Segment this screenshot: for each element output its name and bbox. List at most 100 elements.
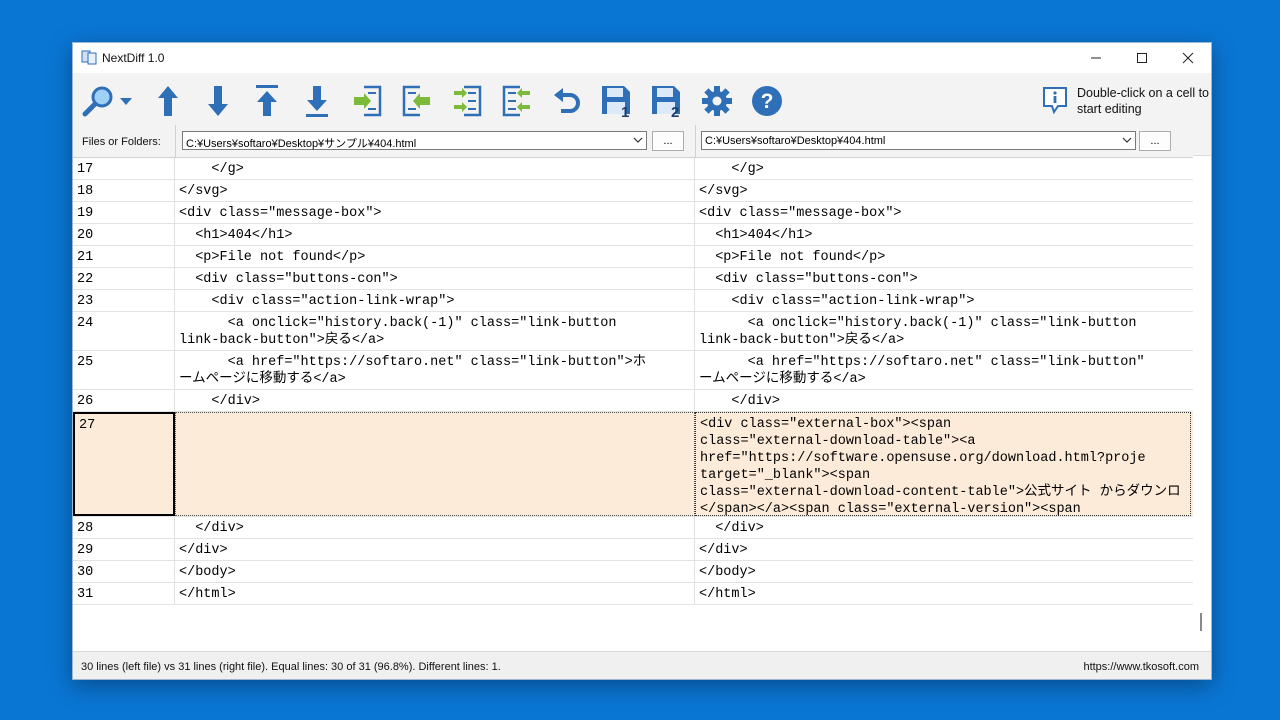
- close-button[interactable]: [1165, 43, 1211, 73]
- table-row[interactable]: 21 <p>File not found</p> <p>File not fou…: [73, 246, 1193, 268]
- left-cell[interactable]: </html>: [175, 583, 695, 604]
- right-cell[interactable]: <div class="external-box"><span class="e…: [695, 412, 1191, 516]
- editing-hint: Double-click on a cell to start editing: [1041, 81, 1211, 121]
- table-row[interactable]: 22 <div class="buttons-con"> <div class=…: [73, 268, 1193, 290]
- save-left-button[interactable]: 1: [597, 81, 637, 121]
- left-path-combobox[interactable]: C:¥Users¥softaro¥Desktop¥サンプル¥404.html: [182, 131, 647, 150]
- chevron-down-icon[interactable]: [633, 134, 643, 149]
- left-cell[interactable]: </div>: [175, 517, 695, 538]
- copy-all-to-left-icon: [502, 85, 530, 117]
- table-row[interactable]: 26 </div> </div>: [73, 390, 1193, 412]
- svg-text:?: ?: [761, 90, 774, 113]
- copy-all-to-right-icon: [454, 85, 482, 117]
- last-diff-button[interactable]: [297, 81, 337, 121]
- undo-icon: [554, 88, 580, 113]
- copy-line-right-button[interactable]: [347, 81, 387, 121]
- table-row[interactable]: 29 </div> </div>: [73, 539, 1193, 561]
- line-number: 17: [73, 158, 175, 179]
- copy-line-left-button[interactable]: [397, 81, 437, 121]
- line-number: 25: [73, 351, 175, 389]
- left-cell[interactable]: </g>: [175, 158, 695, 179]
- line-number: 27: [73, 412, 175, 516]
- left-path-text: C:¥Users¥softaro¥Desktop¥サンプル¥404.html: [186, 138, 417, 150]
- left-cell[interactable]: <p>File not found</p>: [175, 246, 695, 267]
- line-number: 20: [73, 224, 175, 245]
- files-label: Files or Folders:: [82, 136, 161, 148]
- right-cell[interactable]: <a onclick="history.back(-1)" class="lin…: [695, 312, 1191, 350]
- line-number: 28: [73, 517, 175, 538]
- files-row: Files or Folders: C:¥Users¥softaro¥Deskt…: [73, 125, 1193, 158]
- right-cell[interactable]: <p>File not found</p>: [695, 246, 1191, 267]
- right-cell[interactable]: <a href="https://softaro.net" class="lin…: [695, 351, 1191, 389]
- right-cell[interactable]: <div class="buttons-con">: [695, 268, 1191, 289]
- save-right-button[interactable]: 2: [647, 81, 687, 121]
- left-cell[interactable]: [175, 412, 695, 516]
- table-row[interactable]: 30 </body> </body>: [73, 561, 1193, 583]
- right-cell[interactable]: <h1>404</h1>: [695, 224, 1191, 245]
- table-row[interactable]: 24 <a onclick="history.back(-1)" class="…: [73, 312, 1193, 351]
- close-icon: [1182, 52, 1194, 64]
- left-cell[interactable]: <a href="https://softaro.net" class="lin…: [175, 351, 695, 389]
- info-icon: [1043, 87, 1067, 115]
- copy-all-right-button[interactable]: [447, 81, 487, 121]
- left-browse-button[interactable]: ...: [652, 131, 684, 151]
- svg-text:1: 1: [621, 104, 629, 118]
- table-row[interactable]: 20 <h1>404</h1> <h1>404</h1>: [73, 224, 1193, 246]
- save-right-icon: 2: [652, 86, 680, 118]
- table-row[interactable]: 17 </g> </g>: [73, 158, 1193, 180]
- left-cell[interactable]: </body>: [175, 561, 695, 582]
- right-browse-button[interactable]: ...: [1139, 131, 1171, 151]
- maximize-button[interactable]: [1119, 43, 1165, 73]
- right-cell[interactable]: </div>: [695, 539, 1191, 560]
- right-cell[interactable]: </div>: [695, 390, 1191, 411]
- table-row-different[interactable]: 27 <div class="external-box"><span class…: [73, 412, 1193, 517]
- left-cell[interactable]: </div>: [175, 539, 695, 560]
- right-cell[interactable]: </svg>: [695, 180, 1191, 201]
- chevron-down-icon[interactable]: [1122, 134, 1132, 149]
- right-cell[interactable]: <div class="message-box">: [695, 202, 1191, 223]
- table-row[interactable]: 31 </html> </html>: [73, 583, 1193, 605]
- left-cell[interactable]: </div>: [175, 390, 695, 411]
- right-cell[interactable]: </div>: [695, 517, 1191, 538]
- status-url[interactable]: https://www.tkosoft.com: [1083, 661, 1199, 673]
- search-icon: [82, 86, 113, 117]
- right-cell[interactable]: </html>: [695, 583, 1191, 604]
- gear-icon: [702, 86, 732, 116]
- line-number: 18: [73, 180, 175, 201]
- right-path-combobox[interactable]: C:¥Users¥softaro¥Desktop¥404.html: [701, 131, 1136, 150]
- previous-diff-button[interactable]: [148, 81, 188, 121]
- arrow-down-to-bottom-icon: [306, 86, 328, 117]
- minimize-button[interactable]: [1073, 43, 1119, 73]
- scrollbar-thumb[interactable]: [1200, 613, 1202, 631]
- right-cell[interactable]: </g>: [695, 158, 1191, 179]
- table-row[interactable]: 19 <div class="message-box"> <div class=…: [73, 202, 1193, 224]
- undo-button[interactable]: [547, 81, 587, 121]
- status-bar: 30 lines (left file) vs 31 lines (right …: [73, 651, 1211, 679]
- table-row[interactable]: 23 <div class="action-link-wrap"> <div c…: [73, 290, 1193, 312]
- left-cell[interactable]: <div class="message-box">: [175, 202, 695, 223]
- svg-text:2: 2: [671, 104, 679, 118]
- right-cell[interactable]: </body>: [695, 561, 1191, 582]
- help-button[interactable]: ?: [747, 81, 787, 121]
- left-cell[interactable]: <div class="action-link-wrap">: [175, 290, 695, 311]
- table-row[interactable]: 25 <a href="https://softaro.net" class="…: [73, 351, 1193, 390]
- right-cell[interactable]: <div class="action-link-wrap">: [695, 290, 1191, 311]
- table-row[interactable]: 18 </svg> </svg>: [73, 180, 1193, 202]
- left-cell[interactable]: <h1>404</h1>: [175, 224, 695, 245]
- vertical-scrollbar[interactable]: [1193, 158, 1211, 631]
- title-bar[interactable]: NextDiff 1.0: [73, 43, 1211, 73]
- maximize-icon: [1137, 53, 1147, 63]
- search-button[interactable]: [79, 81, 119, 121]
- search-dropdown[interactable]: [115, 81, 137, 121]
- settings-button[interactable]: [697, 81, 737, 121]
- left-cell[interactable]: <a onclick="history.back(-1)" class="lin…: [175, 312, 695, 350]
- copy-all-left-button[interactable]: [497, 81, 537, 121]
- next-diff-button[interactable]: [198, 81, 238, 121]
- line-number: 21: [73, 246, 175, 267]
- left-cell[interactable]: </svg>: [175, 180, 695, 201]
- first-diff-button[interactable]: [247, 81, 287, 121]
- copy-to-right-icon: [354, 85, 382, 117]
- left-cell[interactable]: <div class="buttons-con">: [175, 268, 695, 289]
- line-number: 22: [73, 268, 175, 289]
- table-row[interactable]: 28 </div> </div>: [73, 517, 1193, 539]
